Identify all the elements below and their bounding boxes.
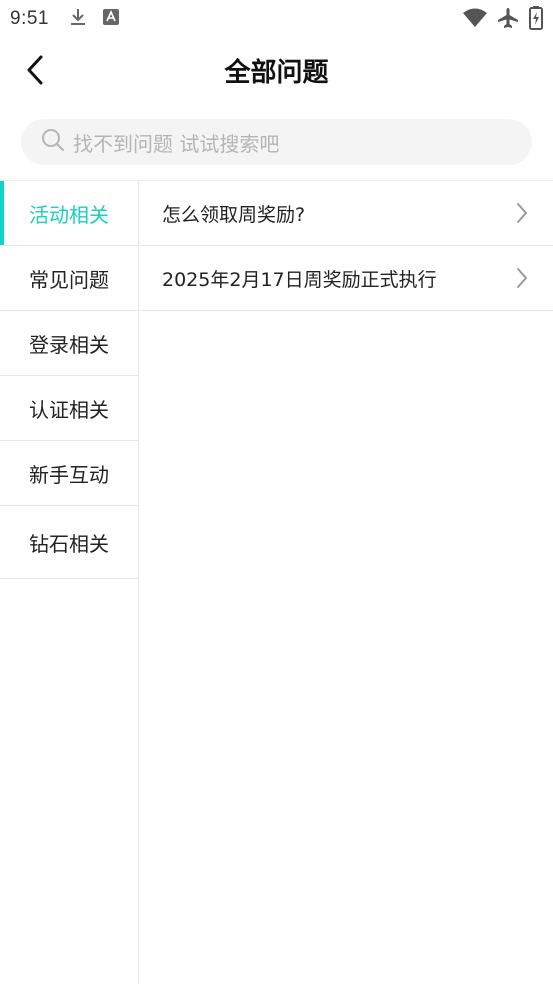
question-row[interactable]: 怎么领取周奖励? [140,181,553,246]
sidebar-item-label: 钻石相关 [29,531,109,556]
sidebar-item-label: 活动相关 [29,202,109,227]
sidebar-item-diamond[interactable]: 钻石相关 [0,506,138,579]
sidebar-item-newbie[interactable]: 新手互动 [0,441,138,506]
question-list: 怎么领取周奖励? 2025年2月17日周奖励正式执行 [140,181,553,311]
airplane-mode-icon [497,7,519,33]
sidebar-item-label: 认证相关 [29,397,109,422]
status-left-icons [69,7,119,31]
battery-icon [529,6,543,34]
search-placeholder: 找不到问题 试试搜索吧 [73,131,280,156]
question-title: 2025年2月17日周奖励正式执行 [162,268,437,291]
category-sidebar: 活动相关 常见问题 登录相关 认证相关 新手互动 钻石相关 [0,181,139,984]
search-input[interactable]: 找不到问题 试试搜索吧 [21,119,532,165]
question-row[interactable]: 2025年2月17日周奖励正式执行 [140,246,553,311]
page-title: 全部问题 [224,58,329,88]
search-icon [41,128,65,156]
sidebar-item-verification[interactable]: 认证相关 [0,376,138,441]
sidebar-item-label: 登录相关 [29,332,109,357]
chevron-right-icon [515,201,529,230]
sidebar-item-activity[interactable]: 活动相关 [0,181,138,246]
sidebar-item-faq[interactable]: 常见问题 [0,246,138,311]
a-box-icon [102,9,119,29]
header: 全部问题 [0,38,553,106]
sidebar-item-login[interactable]: 登录相关 [0,311,138,376]
status-time: 9:51 [10,8,49,29]
wifi-icon [463,8,487,32]
sidebar-item-label: 新手互动 [29,462,109,487]
question-title: 怎么领取周奖励? [162,203,306,226]
status-bar: 9:51 [0,0,553,38]
sidebar-item-label: 常见问题 [29,267,109,292]
status-right-icons [463,6,543,34]
chevron-right-icon [515,266,529,295]
download-icon [69,7,87,31]
